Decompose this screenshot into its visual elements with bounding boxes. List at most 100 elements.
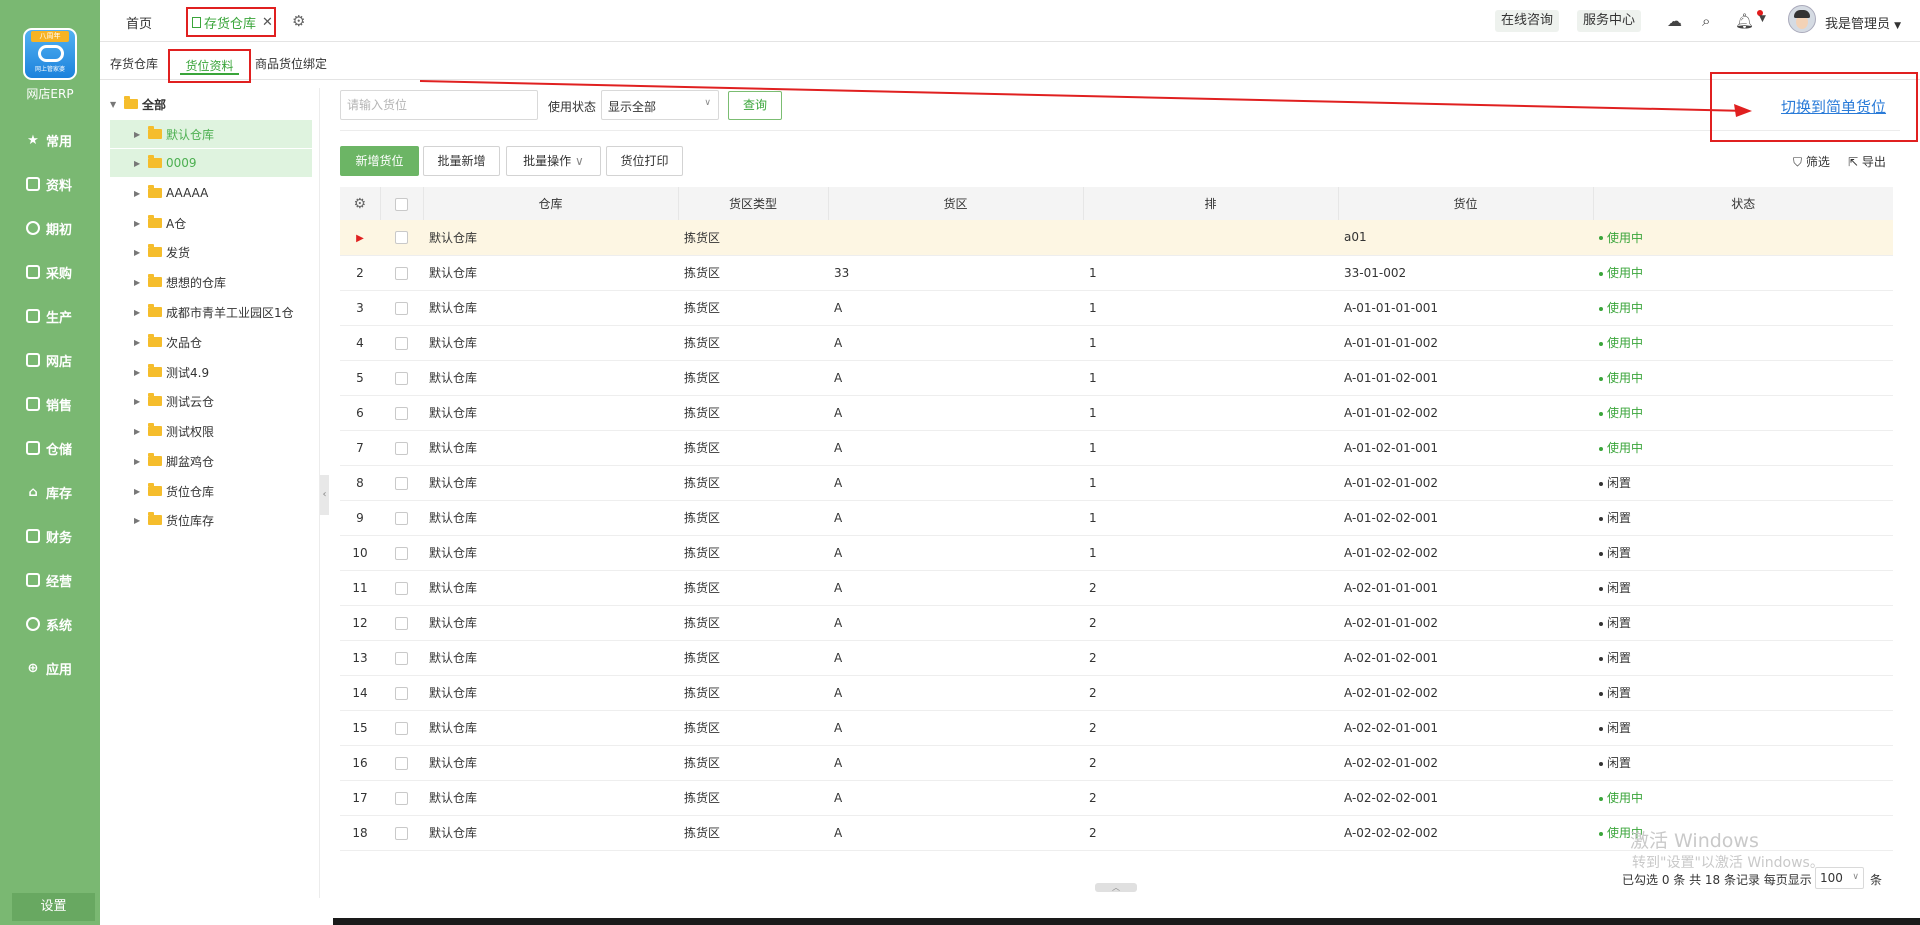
row-select[interactable] <box>380 430 423 466</box>
table-row[interactable]: 10 默认仓库 拣货区 A 1 A-01-02-02-002 闲置 <box>340 535 1893 571</box>
tree-item[interactable]: ▶ 发货 <box>110 238 312 266</box>
row-checkbox[interactable] <box>395 441 408 455</box>
row-checkbox[interactable] <box>395 826 408 840</box>
table-row[interactable]: 3 默认仓库 拣货区 A 1 A-01-01-01-001 使用中 <box>340 290 1893 326</box>
row-checkbox[interactable] <box>395 336 408 350</box>
row-checkbox[interactable] <box>395 721 408 735</box>
sidebar-item-opening[interactable]: 期初 <box>0 206 100 250</box>
row-checkbox[interactable] <box>395 791 408 805</box>
switch-simple-location-link[interactable]: 切换到简单货位 <box>1781 96 1886 117</box>
tree-item[interactable]: ▶ 货位库存 <box>110 506 312 534</box>
export-button[interactable]: ⇱ 导出 <box>1848 153 1886 170</box>
row-checkbox[interactable] <box>395 651 408 665</box>
column-header[interactable]: 排 <box>1083 187 1339 220</box>
row-checkbox[interactable] <box>395 476 408 490</box>
gear-icon[interactable]: ⚙ <box>353 196 366 212</box>
row-select[interactable] <box>380 255 423 291</box>
row-select[interactable] <box>380 500 423 536</box>
tree-item[interactable]: ▶ 测试权限 <box>110 417 312 445</box>
tab-inventory-warehouse-sub[interactable]: 存货仓库 <box>110 55 158 72</box>
sidebar-item-shop[interactable]: 网店 <box>0 338 100 382</box>
table-row[interactable]: 4 默认仓库 拣货区 A 1 A-01-01-01-002 使用中 <box>340 325 1893 361</box>
row-checkbox[interactable] <box>395 371 408 385</box>
settings-button[interactable]: 设置 <box>12 893 95 921</box>
row-select[interactable] <box>380 465 423 501</box>
table-row[interactable]: 16 默认仓库 拣货区 A 2 A-02-02-01-002 闲置 <box>340 745 1893 781</box>
sidebar-item-inventory[interactable]: ⌂ 库存 <box>0 470 100 514</box>
caret-right-icon[interactable]: ▶ <box>134 130 142 139</box>
table-row[interactable]: 6 默认仓库 拣货区 A 1 A-01-01-02-002 使用中 <box>340 395 1893 431</box>
tab-home[interactable]: 首页 <box>126 13 152 32</box>
table-row[interactable]: 15 默认仓库 拣货区 A 2 A-02-02-01-001 闲置 <box>340 710 1893 746</box>
sidebar-item-system[interactable]: 系统 <box>0 602 100 646</box>
row-checkbox[interactable] <box>395 546 408 560</box>
column-header[interactable]: 仓库 <box>423 187 679 220</box>
table-row[interactable]: 8 默认仓库 拣货区 A 1 A-01-02-01-002 闲置 <box>340 465 1893 501</box>
caret-right-icon[interactable]: ▶ <box>134 308 142 317</box>
select-all-checkbox[interactable] <box>395 197 408 211</box>
batch-add-button[interactable]: 批量新增 <box>423 146 500 176</box>
tree-item[interactable]: ▶ 测试云仓 <box>110 387 312 415</box>
row-checkbox[interactable] <box>395 616 408 630</box>
row-select[interactable] <box>380 675 423 711</box>
caret-right-icon[interactable]: ▶ <box>134 219 142 228</box>
tab-location-data[interactable]: 货位资料 <box>168 49 251 83</box>
table-row[interactable]: 13 默认仓库 拣货区 A 2 A-02-01-02-001 闲置 <box>340 640 1893 676</box>
gear-icon[interactable]: ⚙ <box>292 12 305 30</box>
table-row[interactable]: 17 默认仓库 拣货区 A 2 A-02-02-02-001 使用中 <box>340 780 1893 816</box>
caret-right-icon[interactable]: ▶ <box>134 248 142 257</box>
row-select[interactable] <box>380 290 423 326</box>
row-checkbox[interactable] <box>395 756 408 770</box>
user-name[interactable]: 我是管理员 ▼ <box>1825 13 1901 32</box>
caret-right-icon[interactable]: ▶ <box>134 189 142 198</box>
bell-icon[interactable]: 🔔︎ <box>1735 12 1754 30</box>
row-select[interactable] <box>380 745 423 781</box>
online-consult-button[interactable]: 在线咨询 <box>1495 10 1560 32</box>
tree-item[interactable]: ▶ AAAAA <box>110 179 312 207</box>
cloud-download-icon[interactable]: ☁ <box>1667 12 1682 30</box>
row-checkbox[interactable] <box>395 406 408 420</box>
status-select[interactable]: 显示全部 ∨ <box>601 90 719 120</box>
table-row[interactable]: 12 默认仓库 拣货区 A 2 A-02-01-01-002 闲置 <box>340 605 1893 641</box>
tree-item[interactable]: ▶ 次品仓 <box>110 328 312 356</box>
table-row[interactable]: 2 默认仓库 拣货区 33 1 33-01-002 使用中 <box>340 255 1893 291</box>
column-header[interactable]: 货区类型 <box>678 187 829 220</box>
row-checkbox[interactable] <box>395 511 408 525</box>
column-header[interactable]: 货区 <box>828 187 1084 220</box>
query-button[interactable]: 查询 <box>728 91 782 120</box>
new-location-button[interactable]: 新增货位 <box>340 146 419 176</box>
caret-right-icon[interactable]: ▶ <box>134 397 142 406</box>
tree-item[interactable]: ▶ 测试4.9 <box>110 358 312 386</box>
column-header[interactable]: 货位 <box>1338 187 1594 220</box>
row-checkbox[interactable] <box>395 686 408 700</box>
sidebar-item-sales[interactable]: 销售 <box>0 382 100 426</box>
row-checkbox[interactable] <box>395 301 408 315</box>
table-row[interactable]: 5 默认仓库 拣货区 A 1 A-01-01-02-001 使用中 <box>340 360 1893 396</box>
location-search-input[interactable] <box>340 90 538 120</box>
row-select[interactable] <box>380 710 423 746</box>
sidebar-item-purchase[interactable]: 采购 <box>0 250 100 294</box>
table-row[interactable]: 9 默认仓库 拣货区 A 1 A-01-02-02-001 闲置 <box>340 500 1893 536</box>
collapse-panel-handle[interactable]: ‹ <box>320 475 329 515</box>
row-checkbox[interactable] <box>395 581 408 595</box>
caret-right-icon[interactable]: ▶ <box>134 368 142 377</box>
caret-right-icon[interactable]: ▶ <box>134 487 142 496</box>
sidebar-item-storage[interactable]: 仓储 <box>0 426 100 470</box>
select-all[interactable] <box>380 187 424 220</box>
avatar[interactable] <box>1788 5 1816 33</box>
table-row[interactable]: 11 默认仓库 拣货区 A 2 A-02-01-01-001 闲置 <box>340 570 1893 606</box>
tree-item[interactable]: ▶ 脚盆鸡仓 <box>110 447 312 475</box>
caret-right-icon[interactable]: ▶ <box>134 159 142 168</box>
filter-button[interactable]: ⛉ 筛选 <box>1793 153 1830 170</box>
print-location-button[interactable]: 货位打印 <box>606 146 683 176</box>
service-center-button[interactable]: 服务中心 <box>1577 10 1642 32</box>
chevron-down-icon[interactable]: ▼ <box>1759 14 1766 24</box>
sidebar-item-production[interactable]: 生产 <box>0 294 100 338</box>
tree-item[interactable]: ▶ 成都市青羊工业园区1仓 <box>110 298 312 326</box>
table-row[interactable]: ▶ 默认仓库 拣货区 a01 使用中 <box>340 220 1893 256</box>
caret-right-icon[interactable]: ▶ <box>134 427 142 436</box>
search-icon[interactable]: ⌕ <box>1702 12 1710 30</box>
caret-right-icon[interactable]: ▶ <box>134 338 142 347</box>
app-logo[interactable]: 八周年 网上管家婆 <box>23 28 77 80</box>
row-select[interactable] <box>380 395 423 431</box>
